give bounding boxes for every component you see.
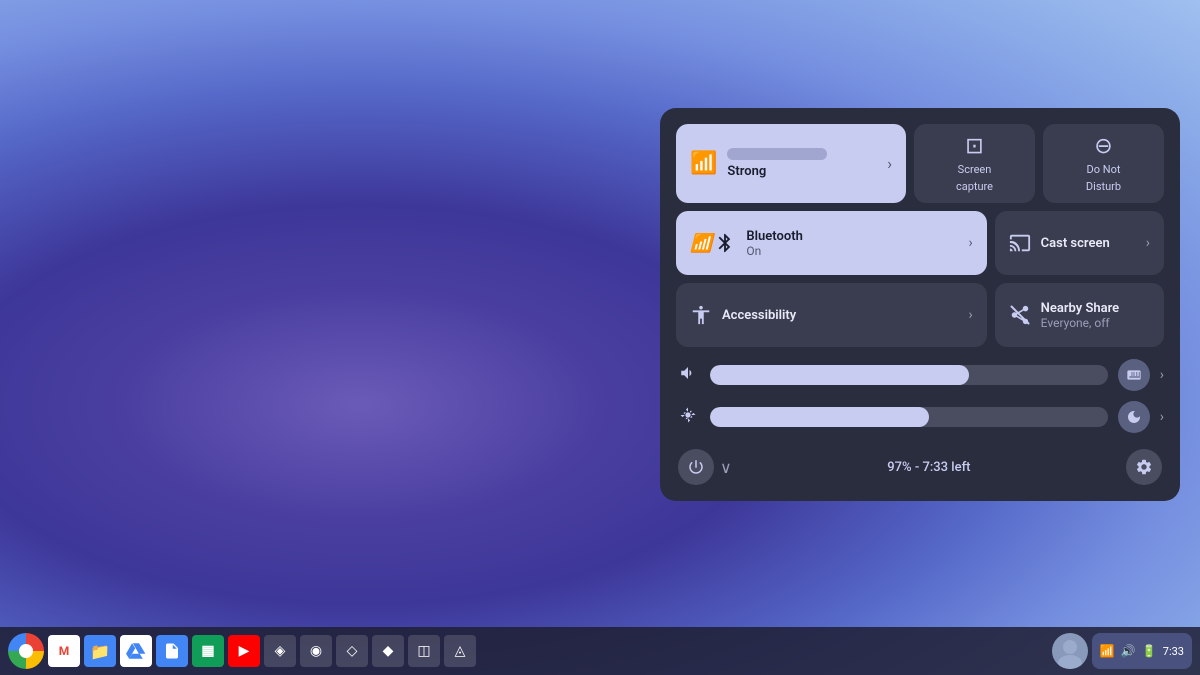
brightness-slider-row: › — [676, 401, 1164, 433]
qs-row-2: 📶 Bluetooth On › Cast screen › — [676, 211, 1164, 275]
accessibility-tile[interactable]: Accessibility › — [676, 283, 987, 347]
taskbar-time: 7:33 — [1163, 645, 1184, 658]
taskbar-app2[interactable]: ◉ — [300, 635, 332, 667]
qs-bottom-bar: ∨ 97% - 7:33 left — [676, 445, 1164, 485]
brightness-icon — [676, 406, 700, 429]
accessibility-label: Accessibility — [722, 308, 958, 324]
nearby-share-text: Nearby Share Everyone, off — [1041, 301, 1150, 331]
wifi-ssid-bar — [727, 148, 827, 160]
wifi-text: Strong — [727, 148, 877, 179]
brightness-slider-fill — [710, 407, 929, 427]
brightness-chevron[interactable]: › — [1160, 409, 1164, 425]
taskbar-chrome[interactable] — [8, 633, 44, 669]
bluetooth-icon: 📶 — [690, 233, 712, 254]
taskbar-app1[interactable]: ◈ — [264, 635, 296, 667]
power-button[interactable] — [678, 449, 714, 485]
taskbar-app5[interactable]: ◫ — [408, 635, 440, 667]
qs-row-1: 📶 Strong › ⊡ Screen capture ⊖ Do Not Dis… — [676, 124, 1164, 203]
taskbar: M 📁 ▦ ▶ ◈ ◉ ◇ ◆ ◫ ◬ 📶 🔊 🔋 7:33 — [0, 627, 1200, 675]
taskbar-youtube[interactable]: ▶ — [228, 635, 260, 667]
wifi-label: Strong — [727, 164, 877, 179]
power-row: ∨ — [678, 449, 732, 485]
bluetooth-svg-icon — [714, 232, 736, 254]
screen-capture-label-line2: capture — [956, 180, 993, 193]
accessibility-chevron: › — [968, 307, 972, 323]
taskbar-sheets[interactable]: ▦ — [192, 635, 224, 667]
brightness-slider-track[interactable] — [710, 407, 1108, 427]
do-not-disturb-label-line1: Do Not — [1087, 163, 1121, 176]
taskbar-status-area[interactable]: 📶 🔊 🔋 7:33 — [1092, 633, 1192, 669]
bluetooth-chevron: › — [968, 235, 972, 251]
accessibility-text: Accessibility — [722, 308, 958, 324]
volume-slider-track[interactable] — [710, 365, 1108, 385]
taskbar-gmail[interactable]: M — [48, 635, 80, 667]
taskbar-avatar[interactable] — [1052, 633, 1088, 669]
do-not-disturb-label-line2: Disturb — [1086, 180, 1121, 193]
battery-status: 97% - 7:33 left — [887, 460, 970, 475]
volume-slider-row: › — [676, 359, 1164, 391]
bluetooth-tile[interactable]: 📶 Bluetooth On › — [676, 211, 987, 275]
qs-row-3: Accessibility › Nearby Share Everyone, o… — [676, 283, 1164, 347]
cast-screen-tile[interactable]: Cast screen › — [995, 211, 1164, 275]
nearby-share-icon-wrapper — [1009, 304, 1031, 326]
do-not-disturb-tile[interactable]: ⊖ Do Not Disturb — [1043, 124, 1164, 203]
taskbar-drive[interactable] — [120, 635, 152, 667]
bluetooth-label: Bluetooth — [746, 229, 958, 245]
nearby-share-label: Nearby Share — [1041, 301, 1150, 317]
quick-settings-panel: 📶 Strong › ⊡ Screen capture ⊖ Do Not Dis… — [660, 108, 1180, 501]
brightness-night-icon[interactable] — [1118, 401, 1150, 433]
taskbar-battery-icon: 🔋 — [1142, 644, 1157, 658]
accessibility-icon — [690, 304, 712, 326]
screen-capture-label-line1: Screen — [958, 163, 992, 176]
taskbar-wifi-icon: 📶 — [1100, 644, 1115, 658]
screen-capture-icon: ⊡ — [965, 134, 983, 159]
power-chevron[interactable]: ∨ — [720, 458, 732, 477]
taskbar-app6[interactable]: ◬ — [444, 635, 476, 667]
nearby-share-sublabel: Everyone, off — [1041, 316, 1150, 330]
taskbar-docs[interactable] — [156, 635, 188, 667]
volume-chevron[interactable]: › — [1160, 367, 1164, 383]
do-not-disturb-icon: ⊖ — [1094, 134, 1112, 159]
wifi-tile[interactable]: 📶 Strong › — [676, 124, 906, 203]
taskbar-sound-icon: 🔊 — [1121, 644, 1136, 658]
volume-icon — [676, 364, 700, 387]
settings-button[interactable] — [1126, 449, 1162, 485]
cast-screen-text: Cast screen — [1041, 236, 1136, 252]
taskbar-files[interactable]: 📁 — [84, 635, 116, 667]
cast-screen-icon — [1009, 232, 1031, 254]
taskbar-app4[interactable]: ◆ — [372, 635, 404, 667]
bluetooth-text: Bluetooth On — [746, 229, 958, 259]
screen-capture-tile[interactable]: ⊡ Screen capture — [914, 124, 1035, 203]
wifi-chevron: › — [887, 154, 892, 173]
volume-slider-fill — [710, 365, 969, 385]
wifi-icon: 📶 — [690, 151, 717, 176]
bluetooth-sublabel: On — [746, 244, 958, 258]
sliders-section: › › — [676, 355, 1164, 437]
taskbar-app3[interactable]: ◇ — [336, 635, 368, 667]
volume-keyboard-icon[interactable] — [1118, 359, 1150, 391]
nearby-share-tile[interactable]: Nearby Share Everyone, off — [995, 283, 1164, 347]
cast-screen-label: Cast screen — [1041, 236, 1136, 252]
cast-screen-chevron: › — [1146, 235, 1150, 251]
